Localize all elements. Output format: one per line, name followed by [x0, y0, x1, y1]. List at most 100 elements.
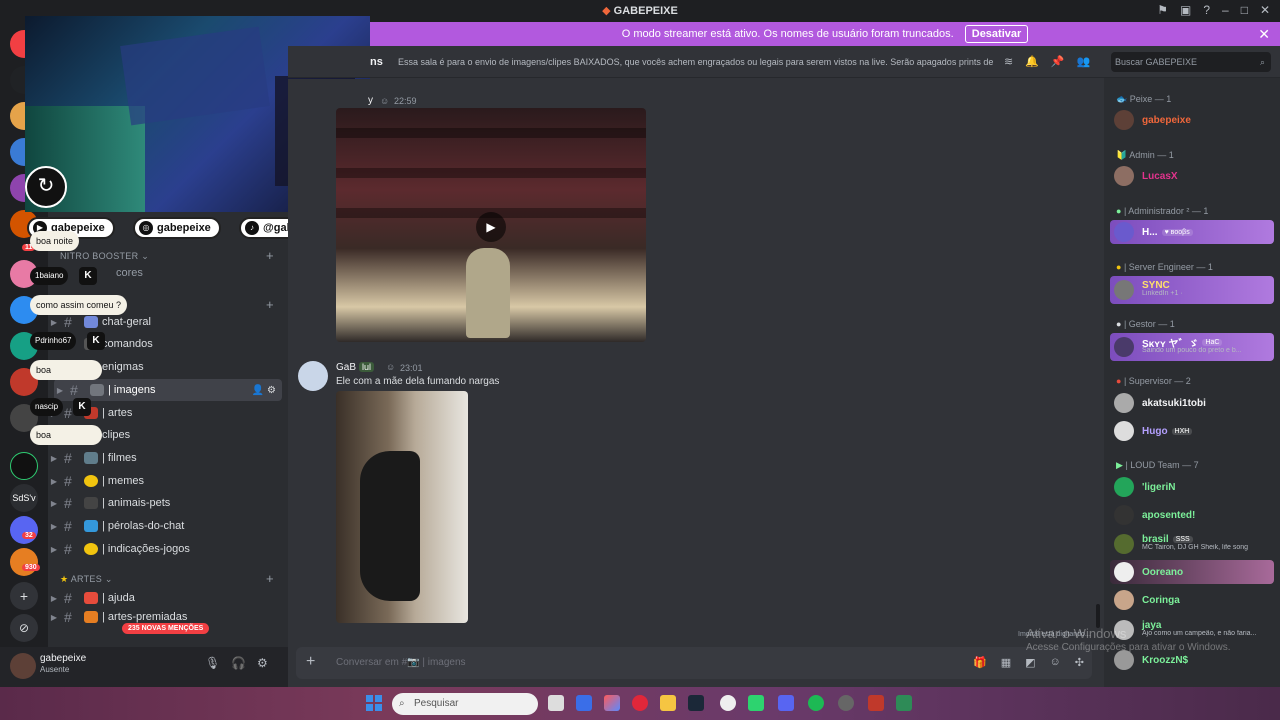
server-icon[interactable]: [10, 548, 38, 576]
message-author[interactable]: y: [368, 95, 373, 106]
app-icon[interactable]: [748, 695, 764, 711]
gear-icon[interactable]: ⚙: [267, 385, 276, 396]
gift-icon[interactable]: 🎁: [973, 656, 987, 669]
member-item[interactable]: Hugo HXH: [1110, 419, 1274, 443]
message-image[interactable]: ▶: [336, 108, 646, 342]
message-image[interactable]: [336, 391, 468, 623]
help-icon: [84, 592, 98, 604]
member-item[interactable]: 'ligeriN: [1110, 475, 1274, 499]
member-item[interactable]: SYNC LinkedIn +1 ·: [1110, 276, 1274, 304]
message-timestamp: 22:59: [394, 96, 417, 106]
member-item[interactable]: akatsuki1tobi: [1110, 391, 1274, 415]
close-window-button[interactable]: ✕: [1260, 3, 1270, 17]
server-icon[interactable]: SdS'v: [10, 484, 38, 512]
channel-filmes[interactable]: ▶ # | filmes: [48, 447, 284, 469]
windows-start-button[interactable]: [366, 695, 382, 711]
copilot-icon[interactable]: [604, 695, 620, 711]
folder-icon[interactable]: [660, 695, 676, 711]
channel-indicacoes-jogos[interactable]: ▶ # | indicações-jogos: [48, 538, 284, 560]
channel-artes-premiadas[interactable]: ▶ # | artes-premiadas: [48, 610, 284, 624]
member-item[interactable]: H... ♥ ʙᴏᴏβs: [1110, 220, 1274, 244]
category-header[interactable]: ★ ARTES ⌄ +: [60, 571, 274, 586]
members-icon[interactable]: 👥: [1077, 55, 1091, 68]
app-icon[interactable]: [868, 695, 884, 711]
app-icon[interactable]: [896, 695, 912, 711]
avatar[interactable]: [298, 361, 328, 391]
member-item[interactable]: Sᴋʏʏ ヤ゛ゞ HaC Saindo um pouco do preto e …: [1110, 333, 1274, 361]
member-tag: ♥ ʙᴏᴏβs: [1161, 228, 1193, 236]
message-author[interactable]: GaB: [336, 362, 356, 373]
app-icon[interactable]: [838, 695, 854, 711]
member-item[interactable]: Ooreano: [1110, 560, 1274, 584]
minimize-button[interactable]: –: [1222, 3, 1229, 17]
stream-chat-message: boa noite: [30, 231, 80, 251]
message-composer[interactable]: + Conversar em #📷 | imagens 🎁 ▦ ◩ ☺ ✣: [296, 647, 1092, 679]
play-icon: ▶: [1116, 460, 1123, 470]
channel-topic[interactable]: Essa sala é para o envio de imagens/clip…: [398, 57, 994, 67]
role-badge: lul: [359, 362, 375, 372]
spotify-icon[interactable]: [808, 695, 824, 711]
monitor-icon[interactable]: ▣: [1180, 3, 1191, 17]
member-item[interactable]: Coringa: [1110, 588, 1274, 612]
invite-icon[interactable]: 👤: [252, 385, 264, 396]
category-header[interactable]: NITRO BOOSTER ⌄ +: [60, 248, 274, 263]
member-item[interactable]: aposented!: [1110, 503, 1274, 527]
channel-comandos[interactable]: ▶# comandos: [48, 333, 284, 355]
emoji-icon[interactable]: ☺: [1050, 656, 1061, 669]
channel-ajuda[interactable]: ▶ # | ajuda: [48, 587, 284, 609]
member-item[interactable]: gabepeixe: [1110, 108, 1274, 132]
hash-icon: #: [64, 590, 72, 606]
apps-icon[interactable]: ✣: [1075, 656, 1084, 669]
hash-icon: #: [64, 450, 72, 466]
taskview-icon[interactable]: [548, 695, 564, 711]
inbox-icon[interactable]: ⚑: [1157, 3, 1168, 17]
gear-icon[interactable]: ⚙: [257, 656, 268, 670]
member-item[interactable]: LucasX: [1110, 164, 1274, 188]
add-channel-icon[interactable]: +: [266, 248, 274, 263]
hash-icon: #: [70, 382, 78, 398]
add-server-button[interactable]: +: [10, 582, 38, 610]
add-channel-icon[interactable]: +: [266, 297, 274, 312]
avatar: [1114, 110, 1134, 130]
gif-icon[interactable]: ▦: [1001, 656, 1011, 669]
add-channel-icon[interactable]: +: [266, 571, 274, 586]
pin-icon[interactable]: 📌: [1051, 55, 1065, 68]
app-icon[interactable]: [576, 695, 592, 711]
play-icon[interactable]: ▶: [476, 212, 506, 242]
taskbar-search[interactable]: ⌕ Pesquisar: [392, 693, 538, 715]
avatar: [1114, 337, 1134, 357]
new-mentions-badge[interactable]: 235 NOVAS MENÇÕES: [122, 623, 210, 634]
member-tag: HaC: [1202, 338, 1223, 346]
kick-icon: K: [79, 267, 97, 285]
member-item[interactable]: brasil SSS MC Tairon, DJ GH Sheik, life …: [1110, 530, 1274, 558]
scrollbar[interactable]: [1096, 604, 1100, 628]
bell-icon[interactable]: 🔔: [1025, 55, 1039, 68]
search-input[interactable]: Buscar GABEPEIXE ⌕: [1111, 52, 1271, 72]
close-banner-icon[interactable]: ✕: [1258, 22, 1270, 46]
steam-icon[interactable]: [688, 695, 704, 711]
laugh-icon: [84, 475, 98, 487]
disable-streamer-button[interactable]: Desativar: [964, 25, 1029, 43]
help-icon[interactable]: ?: [1203, 3, 1210, 17]
app-icon[interactable]: [720, 695, 736, 711]
headphones-icon[interactable]: 🎧: [231, 656, 246, 670]
channel-animais-pets[interactable]: ▶ # | animais-pets: [48, 492, 284, 514]
avatar[interactable]: [10, 653, 36, 679]
upload-icon[interactable]: +: [306, 653, 315, 671]
avatar: [1114, 477, 1134, 497]
threads-icon[interactable]: ≋: [1004, 55, 1013, 68]
channel-perolas-do-chat[interactable]: ▶ # | pérolas-do-chat: [48, 515, 284, 537]
microphone-icon[interactable]: 🎙: [205, 656, 220, 670]
server-icon[interactable]: [10, 452, 38, 480]
hash-icon: #: [64, 495, 72, 511]
composer-input[interactable]: Conversar em #📷 | imagens: [336, 657, 466, 668]
maximize-button[interactable]: □: [1241, 3, 1248, 17]
sticker-icon[interactable]: ◩: [1025, 656, 1035, 669]
emoji-icon: ☺: [380, 96, 390, 106]
explore-servers-button[interactable]: ⊘: [10, 614, 38, 642]
server-icon[interactable]: [10, 516, 38, 544]
member-item[interactable]: jaya Ajo como um campeão, e não faria...: [1110, 616, 1274, 644]
discord-icon[interactable]: [778, 695, 794, 711]
channel-memes[interactable]: ▶ # | memes: [48, 470, 284, 492]
opera-icon[interactable]: [632, 695, 648, 711]
